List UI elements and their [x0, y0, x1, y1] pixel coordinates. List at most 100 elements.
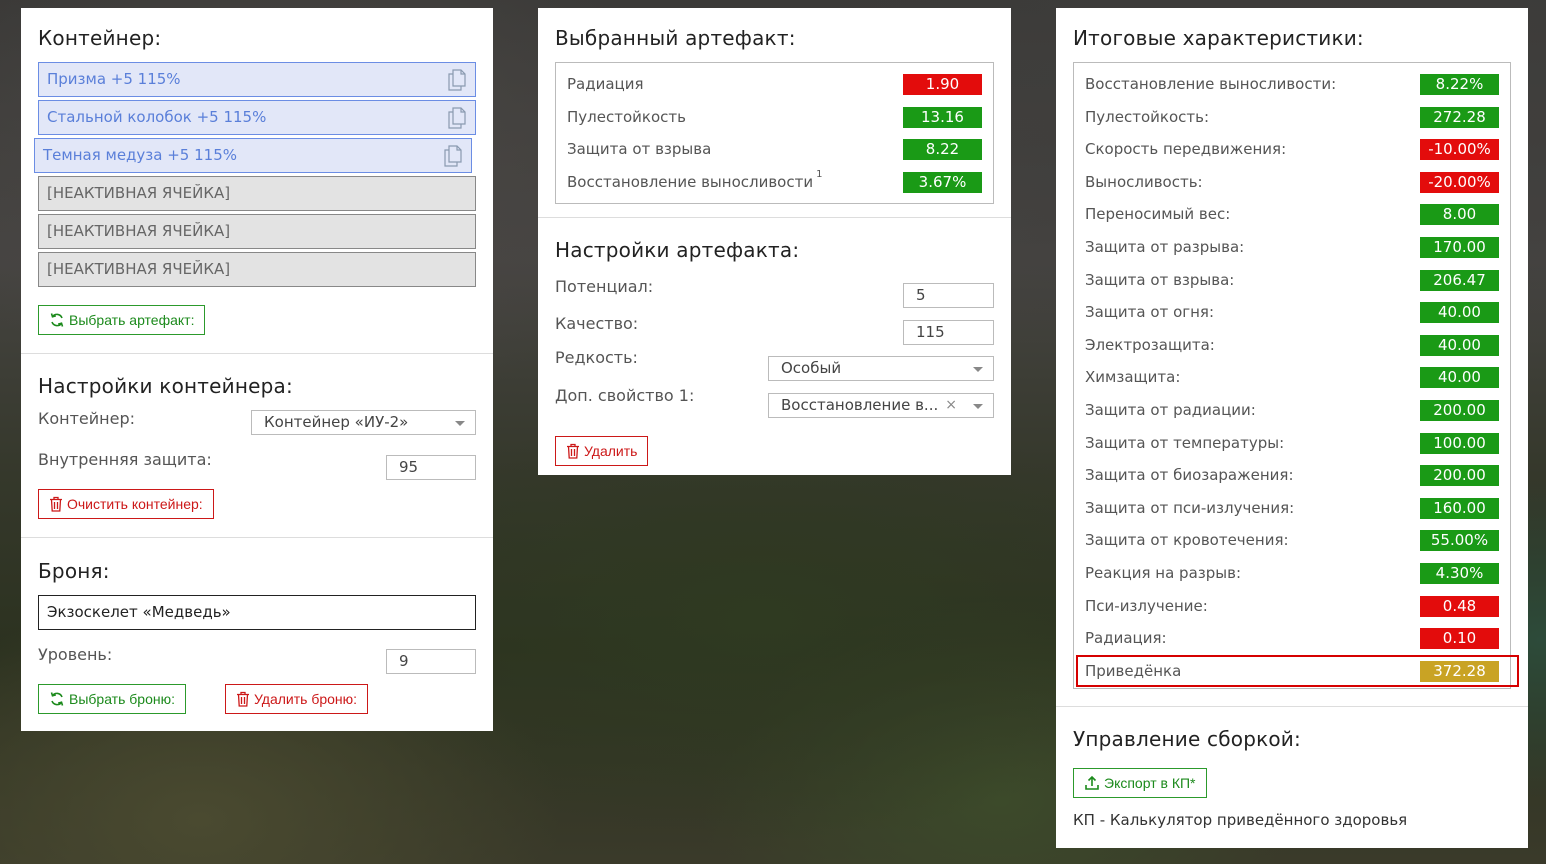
- container-slots: Призма +5 115% Стальной колобок +5 115% Те…: [34, 62, 476, 290]
- stat-value: 1.90: [903, 74, 982, 95]
- container-type-value: Контейнер «ИУ-2»: [264, 413, 409, 431]
- clear-container-button[interactable]: Очистить контейнер:: [38, 489, 214, 519]
- inner-protection-input[interactable]: 95: [386, 455, 476, 480]
- delete-artifact-button[interactable]: Удалить: [555, 436, 649, 466]
- copy-icon[interactable]: [447, 107, 467, 129]
- chevron-down-icon: [973, 404, 983, 409]
- stat-value: 8.00: [1420, 204, 1499, 226]
- container-slot[interactable]: [НЕАКТИВНАЯ ЯЧЕЙКА]: [38, 176, 476, 211]
- extra-property-select[interactable]: Восстановление в... ×: [768, 393, 994, 418]
- stat-row: Защита от взрыва 8.22: [556, 133, 993, 166]
- clear-icon[interactable]: ×: [945, 394, 957, 417]
- rarity-value: Особый: [781, 359, 842, 377]
- container-type-label: Контейнер:: [38, 409, 136, 428]
- stat-label: Защита от взрыва:: [1085, 270, 1235, 289]
- trash-icon: [50, 496, 62, 512]
- potential-value: 5: [916, 286, 926, 304]
- chevron-down-icon: [973, 367, 983, 372]
- reduced-health-highlight: [1076, 655, 1519, 687]
- stat-label: Защита от взрыва: [567, 140, 712, 159]
- armor-section: Броня: Экзоскелет «Медведь» Уровень: 9 В…: [21, 537, 493, 731]
- stat-label: Радиация: [567, 75, 644, 93]
- container-panel: Контейнер: Призма +5 115% Стальной колобо…: [21, 8, 493, 731]
- stat-label: Скорость передвижения:: [1085, 140, 1287, 159]
- artifact-panel: Выбранный артефакт: Радиация 1.90 Пулестой…: [538, 8, 1011, 475]
- container-title: Контейнер:: [38, 26, 162, 50]
- stat-label: Переносимый вес:: [1085, 205, 1231, 224]
- stat-value: 0.48: [1420, 595, 1499, 617]
- container-section: Контейнер: Призма +5 115% Стальной колобо…: [21, 8, 493, 354]
- copy-icon[interactable]: [447, 69, 467, 91]
- stat-value: 40.00: [1420, 302, 1499, 324]
- potential-input[interactable]: 5: [903, 283, 994, 308]
- slot-label: [НЕАКТИВНАЯ ЯЧЕЙКА]: [47, 222, 231, 240]
- stat-label: Химзащита:: [1085, 368, 1181, 387]
- quality-label: Качество:: [555, 314, 639, 333]
- stat-row: Радиация: 0.10: [1074, 622, 1510, 655]
- stat-label: Пулестойкость: [567, 107, 686, 126]
- slot-label: [НЕАКТИВНАЯ ЯЧЕЙКА]: [47, 260, 231, 278]
- totals-section: Итоговые характеристики: Восстановление …: [1056, 8, 1528, 706]
- stat-row: Выносливость: -20.00%: [1074, 166, 1510, 199]
- stat-value: 13.16: [903, 106, 982, 128]
- stat-label: Восстановление выносливости: [567, 172, 814, 191]
- stat-label: Защита от кровотечения:: [1085, 531, 1289, 550]
- armor-level-input[interactable]: 9: [386, 649, 476, 674]
- select-artifact-label: Выбрать артефакт:: [69, 312, 195, 328]
- stat-label: Реакция на разрыв:: [1085, 563, 1241, 582]
- stat-row: Защита от температуры: 100.00: [1074, 427, 1510, 460]
- stat-value: 55.00%: [1420, 530, 1499, 552]
- stat-value: 3.67%: [903, 171, 982, 193]
- export-label: Экспорт в КП*: [1104, 775, 1196, 791]
- armor-level-label: Уровень:: [38, 645, 113, 664]
- stat-value: 160.00: [1420, 497, 1499, 519]
- container-slot[interactable]: [НЕАКТИВНАЯ ЯЧЕЙКА]: [38, 252, 476, 287]
- quality-input[interactable]: 115: [903, 320, 994, 345]
- stat-row: Защита от биозаражения: 200.00: [1074, 459, 1510, 492]
- stat-row: Защита от пси-излучения: 160.00: [1074, 492, 1510, 525]
- container-settings-section: Настройки контейнера: Контейнер: Контейн…: [21, 353, 493, 537]
- refresh-icon: [50, 313, 64, 327]
- stat-label: Восстановление выносливости:: [1085, 75, 1337, 93]
- stat-row: Пулестойкость 13.16: [556, 101, 993, 134]
- rarity-select[interactable]: Особый: [768, 356, 994, 381]
- export-button[interactable]: Экспорт в КП*: [1073, 768, 1207, 798]
- extra-property-value: Восстановление в...: [781, 396, 939, 414]
- stat-row: Пулестойкость: 272.28: [1074, 101, 1510, 134]
- container-slot[interactable]: Призма +5 115%: [38, 62, 476, 97]
- clear-container-label: Очистить контейнер:: [67, 496, 203, 512]
- container-slot[interactable]: [НЕАКТИВНАЯ ЯЧЕЙКА]: [38, 214, 476, 249]
- armor-name-field[interactable]: Экзоскелет «Медведь»: [38, 595, 476, 630]
- select-armor-button[interactable]: Выбрать броню:: [38, 684, 186, 714]
- stat-label: Выносливость:: [1085, 172, 1203, 191]
- stat-row: Переносимый вес: 8.00: [1074, 198, 1510, 231]
- copy-icon[interactable]: [443, 145, 463, 167]
- refresh-icon: [50, 692, 64, 706]
- container-type-select[interactable]: Контейнер «ИУ-2»: [251, 410, 476, 435]
- stat-label: Радиация:: [1085, 629, 1167, 648]
- container-slot[interactable]: Темная медуза +5 115%: [34, 138, 472, 173]
- container-slot[interactable]: Стальной колобок +5 115%: [38, 100, 476, 135]
- artifact-stats-box: Радиация 1.90 Пулестойкость 13.16 Защита от …: [555, 62, 994, 205]
- stat-value: 100.00: [1420, 432, 1499, 454]
- stat-value: -10.00%: [1420, 139, 1499, 161]
- stat-label: Электрозащита:: [1085, 335, 1215, 354]
- totals-panel: Итоговые характеристики: Восстановление …: [1056, 8, 1528, 848]
- stat-label: Пси-излучение:: [1085, 596, 1208, 615]
- footnote-marker: 1: [816, 168, 823, 180]
- stat-value: 200.00: [1420, 465, 1499, 487]
- stat-row: Защита от кровотечения: 55.00%: [1074, 524, 1510, 557]
- slot-label: Темная медуза +5 115%: [43, 146, 237, 164]
- stat-label: Защита от разрыва:: [1085, 237, 1245, 256]
- trash-icon: [237, 691, 249, 707]
- stat-row: Защита от огня: 40.00: [1074, 296, 1510, 329]
- armor-title: Броня:: [38, 559, 110, 583]
- stat-value: 206.47: [1420, 269, 1499, 291]
- slot-label: [НЕАКТИВНАЯ ЯЧЕЙКА]: [47, 184, 231, 202]
- stat-value: 4.30%: [1420, 562, 1499, 584]
- stat-label: Защита от радиации:: [1085, 400, 1256, 419]
- stat-label: Пулестойкость:: [1085, 107, 1209, 126]
- stat-value: -20.00%: [1420, 171, 1499, 193]
- delete-armor-button[interactable]: Удалить броню:: [225, 684, 369, 714]
- select-artifact-button[interactable]: Выбрать артефакт:: [38, 305, 206, 335]
